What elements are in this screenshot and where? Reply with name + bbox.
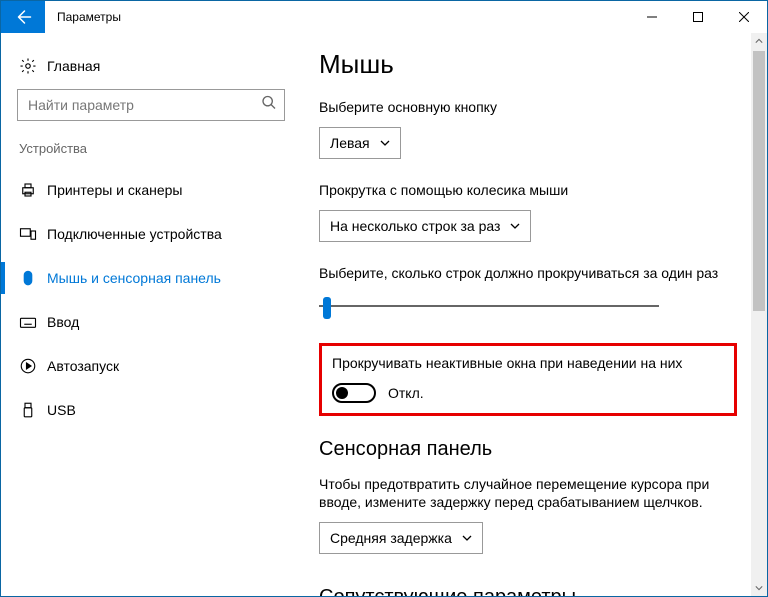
sidebar-nav: Принтеры и сканеры Подключенные устройст… [1,168,301,432]
sidebar-item-autoplay[interactable]: Автозапуск [1,344,301,388]
search-wrap [17,89,285,121]
search-icon [261,95,277,116]
heading-mouse: Мышь [319,49,737,80]
minimize-icon [647,12,657,22]
window-title: Параметры [57,10,629,24]
touchpad-delay-dropdown[interactable]: Средняя задержка [319,522,483,554]
settings-window: Параметры Главная [0,0,768,597]
sidebar-item-label: Автозапуск [47,358,119,374]
scrollbar[interactable] [751,33,767,596]
scroll-wheel-label: Прокрутка с помощью колесика мыши [319,181,737,200]
sidebar-home-label: Главная [47,58,100,74]
lines-label: Выберите, сколько строк должно прокручив… [319,264,737,283]
devices-icon [19,225,47,243]
close-button[interactable] [721,1,767,33]
highlight-box: Прокручивать неактивные окна при наведен… [319,343,737,416]
chevron-down-icon [462,533,472,543]
primary-button-dropdown[interactable]: Левая [319,127,401,159]
maximize-button[interactable] [675,1,721,33]
mouse-icon [19,269,47,287]
primary-button-label: Выберите основную кнопку [319,98,737,117]
sidebar-item-label: USB [47,402,76,418]
sidebar-item-mouse[interactable]: Мышь и сенсорная панель [1,256,301,300]
sidebar-item-label: Мышь и сенсорная панель [47,270,221,286]
window-controls [629,1,767,33]
lines-slider[interactable] [319,293,659,321]
maximize-icon [693,12,703,22]
keyboard-icon [19,313,47,331]
sidebar-item-usb[interactable]: USB [1,388,301,432]
scroll-down-button[interactable] [751,580,767,596]
inactive-scroll-label: Прокручивать неактивные окна при наведен… [332,354,724,373]
touchpad-description: Чтобы предотвратить случайное перемещени… [319,475,737,513]
sidebar-item-printers[interactable]: Принтеры и сканеры [1,168,301,212]
chevron-down-icon [510,221,520,231]
dropdown-value: Левая [330,135,370,151]
scroll-up-button[interactable] [751,33,767,49]
slider-track [319,305,659,307]
minimize-button[interactable] [629,1,675,33]
arrow-left-icon [14,8,32,26]
sidebar-item-label: Принтеры и сканеры [47,182,182,198]
sidebar: Главная Устройства Принтеры и сканеры [1,33,301,596]
sidebar-item-label: Ввод [47,314,79,330]
dropdown-value: Средняя задержка [330,530,452,546]
heading-touchpad: Сенсорная панель [319,438,737,461]
sidebar-home[interactable]: Главная [1,51,301,89]
search-input[interactable] [17,89,285,121]
sidebar-item-typing[interactable]: Ввод [1,300,301,344]
printer-icon [19,181,47,199]
content-area: Мышь Выберите основную кнопку Левая Прок… [301,33,767,596]
titlebar: Параметры [1,1,767,33]
autoplay-icon [19,357,47,375]
usb-icon [19,401,47,419]
toggle-knob [336,387,348,399]
toggle-state-label: Откл. [388,385,424,401]
inactive-scroll-toggle[interactable] [332,383,376,403]
scrollbar-thumb[interactable] [753,51,765,311]
window-body: Главная Устройства Принтеры и сканеры [1,33,767,596]
chevron-down-icon [380,138,390,148]
gear-icon [19,57,47,75]
close-icon [739,12,749,22]
sidebar-item-connected[interactable]: Подключенные устройства [1,212,301,256]
scroll-wheel-dropdown[interactable]: На несколько строк за раз [319,210,531,242]
heading-related: Сопутствующие параметры [319,586,737,596]
sidebar-category: Устройства [1,141,301,168]
dropdown-value: На несколько строк за раз [330,218,500,234]
sidebar-item-label: Подключенные устройства [47,226,222,242]
back-button[interactable] [1,1,45,33]
slider-thumb[interactable] [323,297,331,319]
